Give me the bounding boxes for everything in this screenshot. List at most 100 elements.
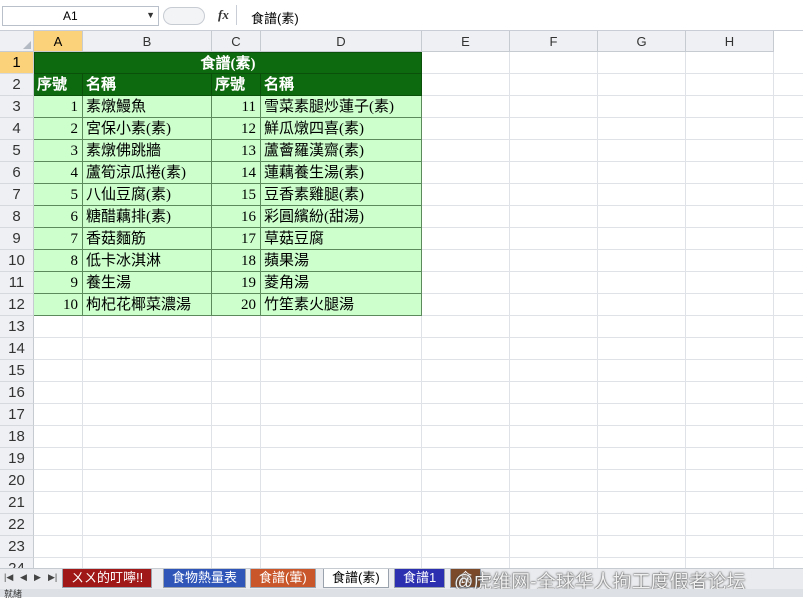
name-cell[interactable]: 鮮瓜燉四喜(素) [261, 118, 422, 140]
seq-cell[interactable]: 17 [212, 228, 261, 250]
first-sheet-icon[interactable]: |◀ [4, 572, 13, 583]
column-gridline [685, 52, 686, 568]
row-header-8[interactable]: 8 [0, 206, 34, 228]
sheet-tab[interactable]: 食物熱量表 [163, 569, 247, 588]
name-cell[interactable]: 蘆筍涼瓜捲(素) [83, 162, 212, 184]
name-cell[interactable]: 蓮藕養生湯(素) [261, 162, 422, 184]
last-sheet-icon[interactable]: ▶| [48, 572, 57, 583]
row-header-20[interactable]: 20 [0, 470, 34, 492]
row-header-13[interactable]: 13 [0, 316, 34, 338]
seq-cell[interactable]: 15 [212, 184, 261, 206]
row-header-23[interactable]: 23 [0, 536, 34, 558]
name-cell[interactable]: 素燉佛跳牆 [83, 140, 212, 162]
seq-cell[interactable]: 8 [34, 250, 83, 272]
name-cell[interactable]: 八仙豆腐(素) [83, 184, 212, 206]
row-header-16[interactable]: 16 [0, 382, 34, 404]
name-cell[interactable]: 菱角湯 [261, 272, 422, 294]
row-header-17[interactable]: 17 [0, 404, 34, 426]
row-header-24[interactable]: 24 [0, 558, 34, 568]
sheet-tab[interactable]: 食譜(葷) [250, 569, 316, 588]
row-header-10[interactable]: 10 [0, 250, 34, 272]
name-cell[interactable]: 豆香素雞腿(素) [261, 184, 422, 206]
column-header-g[interactable]: G [598, 31, 686, 52]
name-cell[interactable]: 宮保小素(素) [83, 118, 212, 140]
seq-cell[interactable]: 20 [212, 294, 261, 316]
column-header-b[interactable]: B [83, 31, 212, 52]
row-gridline [34, 557, 803, 558]
column-header-a[interactable]: A [34, 31, 83, 52]
row-gridline [34, 535, 803, 536]
formula-input[interactable]: 食譜(素) [236, 5, 802, 26]
insert-function-button[interactable]: fx [218, 7, 229, 23]
column-header-d[interactable]: D [261, 31, 422, 52]
row-header-7[interactable]: 7 [0, 184, 34, 206]
sheet-tab[interactable]: ㄨㄨ的叮嚀!! [62, 569, 153, 588]
seq-cell[interactable]: 7 [34, 228, 83, 250]
seq-cell[interactable]: 14 [212, 162, 261, 184]
column-header-e[interactable]: E [422, 31, 510, 52]
row-header-5[interactable]: 5 [0, 140, 34, 162]
next-sheet-icon[interactable]: ▶ [34, 572, 41, 583]
row-header-18[interactable]: 18 [0, 426, 34, 448]
row-header-15[interactable]: 15 [0, 360, 34, 382]
name-cell[interactable]: 蘆薈羅漢齋(素) [261, 140, 422, 162]
seq-cell[interactable]: 5 [34, 184, 83, 206]
header-name-1[interactable]: 名稱 [83, 74, 212, 96]
seq-cell[interactable]: 11 [212, 96, 261, 118]
name-cell[interactable]: 低卡冰淇淋 [83, 250, 212, 272]
row-header-21[interactable]: 21 [0, 492, 34, 514]
header-name-2[interactable]: 名稱 [261, 74, 422, 96]
seq-cell[interactable]: 6 [34, 206, 83, 228]
prev-sheet-icon[interactable]: ◀ [20, 572, 27, 583]
name-cell[interactable]: 竹笙素火腿湯 [261, 294, 422, 316]
row-gridline [34, 491, 803, 492]
row-header-12[interactable]: 12 [0, 294, 34, 316]
row-header-19[interactable]: 19 [0, 448, 34, 470]
sheet-tab[interactable]: 食譜(素) [323, 569, 389, 588]
row-gridline [34, 447, 803, 448]
seq-cell[interactable]: 10 [34, 294, 83, 316]
sheet-tab[interactable]: 食譜1 [394, 569, 446, 588]
row-header-2[interactable]: 2 [0, 74, 34, 96]
seq-cell[interactable]: 4 [34, 162, 83, 184]
seq-cell[interactable]: 19 [212, 272, 261, 294]
header-seq-2[interactable]: 序號 [212, 74, 261, 96]
name-cell[interactable]: 蘋果湯 [261, 250, 422, 272]
worksheet-grid[interactable]: ABCDEFGH 1 2 3 4 5 6 7 8 9 10 11 12 13 14 15 16 17 18 19 20… [0, 31, 803, 568]
name-cell[interactable]: 雪菜素腿炒蓮子(素) [261, 96, 422, 118]
chevron-down-icon[interactable]: ▼ [146, 10, 155, 20]
name-cell[interactable]: 香菇麵筋 [83, 228, 212, 250]
seq-cell[interactable]: 18 [212, 250, 261, 272]
name-box-resize-handle[interactable] [163, 7, 205, 25]
seq-cell[interactable]: 12 [212, 118, 261, 140]
row-header-6[interactable]: 6 [0, 162, 34, 184]
seq-cell[interactable]: 3 [34, 140, 83, 162]
name-cell[interactable]: 草菇豆腐 [261, 228, 422, 250]
row-gridline [34, 513, 803, 514]
seq-cell[interactable]: 13 [212, 140, 261, 162]
row-header-3[interactable]: 3 [0, 96, 34, 118]
column-header-c[interactable]: C [212, 31, 261, 52]
name-cell[interactable]: 素燉鰻魚 [83, 96, 212, 118]
seq-cell[interactable]: 9 [34, 272, 83, 294]
row-header-22[interactable]: 22 [0, 514, 34, 536]
select-all-button[interactable] [0, 31, 34, 52]
row-header-14[interactable]: 14 [0, 338, 34, 360]
formula-bar: A1 ▼ fx 食譜(素) [0, 0, 803, 31]
row-header-4[interactable]: 4 [0, 118, 34, 140]
row-header-1[interactable]: 1 [0, 52, 34, 74]
name-cell[interactable]: 養生湯 [83, 272, 212, 294]
sheet-title-cell[interactable]: 食譜(素) [34, 52, 422, 74]
name-cell[interactable]: 糖醋藕排(素) [83, 206, 212, 228]
row-header-9[interactable]: 9 [0, 228, 34, 250]
name-cell[interactable]: 枸杞花椰菜濃湯 [83, 294, 212, 316]
column-header-f[interactable]: F [510, 31, 598, 52]
name-cell[interactable]: 彩圓繽紛(甜湯) [261, 206, 422, 228]
column-header-h[interactable]: H [686, 31, 774, 52]
row-header-11[interactable]: 11 [0, 272, 34, 294]
seq-cell[interactable]: 1 [34, 96, 83, 118]
seq-cell[interactable]: 2 [34, 118, 83, 140]
name-box[interactable]: A1 ▼ [2, 6, 159, 26]
seq-cell[interactable]: 16 [212, 206, 261, 228]
header-seq-1[interactable]: 序號 [34, 74, 83, 96]
